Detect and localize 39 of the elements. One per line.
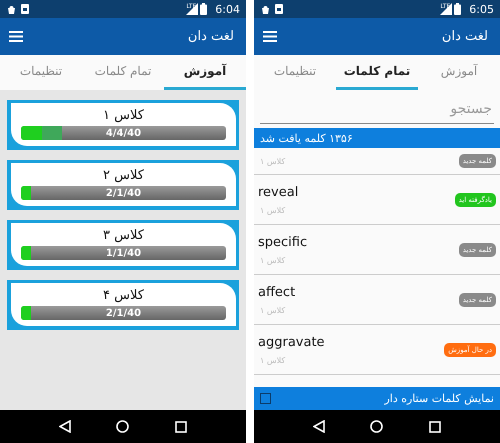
word-text: reveal [258, 184, 298, 200]
app-title: لغت دان [442, 29, 488, 44]
class-title: کلاس ۳ [103, 228, 144, 243]
checkbox[interactable] [260, 393, 271, 404]
progress-label: 2/1/40 [106, 188, 142, 198]
result-banner: ۱۳۵۶ کلمه یافت شد [254, 128, 500, 148]
class-title: کلاس ۲ [103, 168, 144, 183]
signal-icon [184, 3, 198, 15]
battery-icon [454, 3, 462, 15]
home-icon[interactable] [370, 420, 384, 433]
menu-icon[interactable] [263, 31, 277, 42]
progress-label: 1/1/40 [106, 248, 142, 258]
recents-icon[interactable] [175, 420, 188, 432]
word-text: affect [258, 284, 296, 300]
class-title: کلاس ۴ [103, 288, 144, 303]
progress-label: 2/1/40 [106, 308, 142, 318]
back-icon[interactable] [312, 420, 325, 433]
battery-icon [200, 3, 208, 15]
image-icon [21, 4, 29, 14]
back-icon[interactable] [58, 420, 71, 433]
class-label: کلاس ۱ [260, 256, 286, 264]
app-title: لغت دان [188, 29, 234, 44]
clock: 6:05 [469, 2, 494, 16]
signal-icon [438, 3, 452, 15]
class-title: کلاس ۱ [103, 108, 144, 123]
class-label: کلاس ۱ [260, 356, 286, 364]
menu-icon[interactable] [9, 31, 23, 42]
word-text: aggravate [258, 334, 325, 350]
progress-label: 4/4/40 [106, 128, 142, 138]
recents-icon[interactable] [429, 420, 442, 432]
class-label: کلاس ۱ [260, 206, 286, 214]
class-label: کلاس ۱ [260, 306, 286, 314]
image-icon [275, 4, 283, 14]
class-label: کلاس ۱ [260, 156, 286, 166]
word-text: specific [258, 234, 308, 250]
clock: 6:04 [215, 2, 240, 16]
search-field[interactable]: جستجو [260, 94, 494, 124]
home-icon[interactable] [116, 420, 130, 433]
starred-label: نمایش کلمات ستاره دار [384, 392, 494, 405]
